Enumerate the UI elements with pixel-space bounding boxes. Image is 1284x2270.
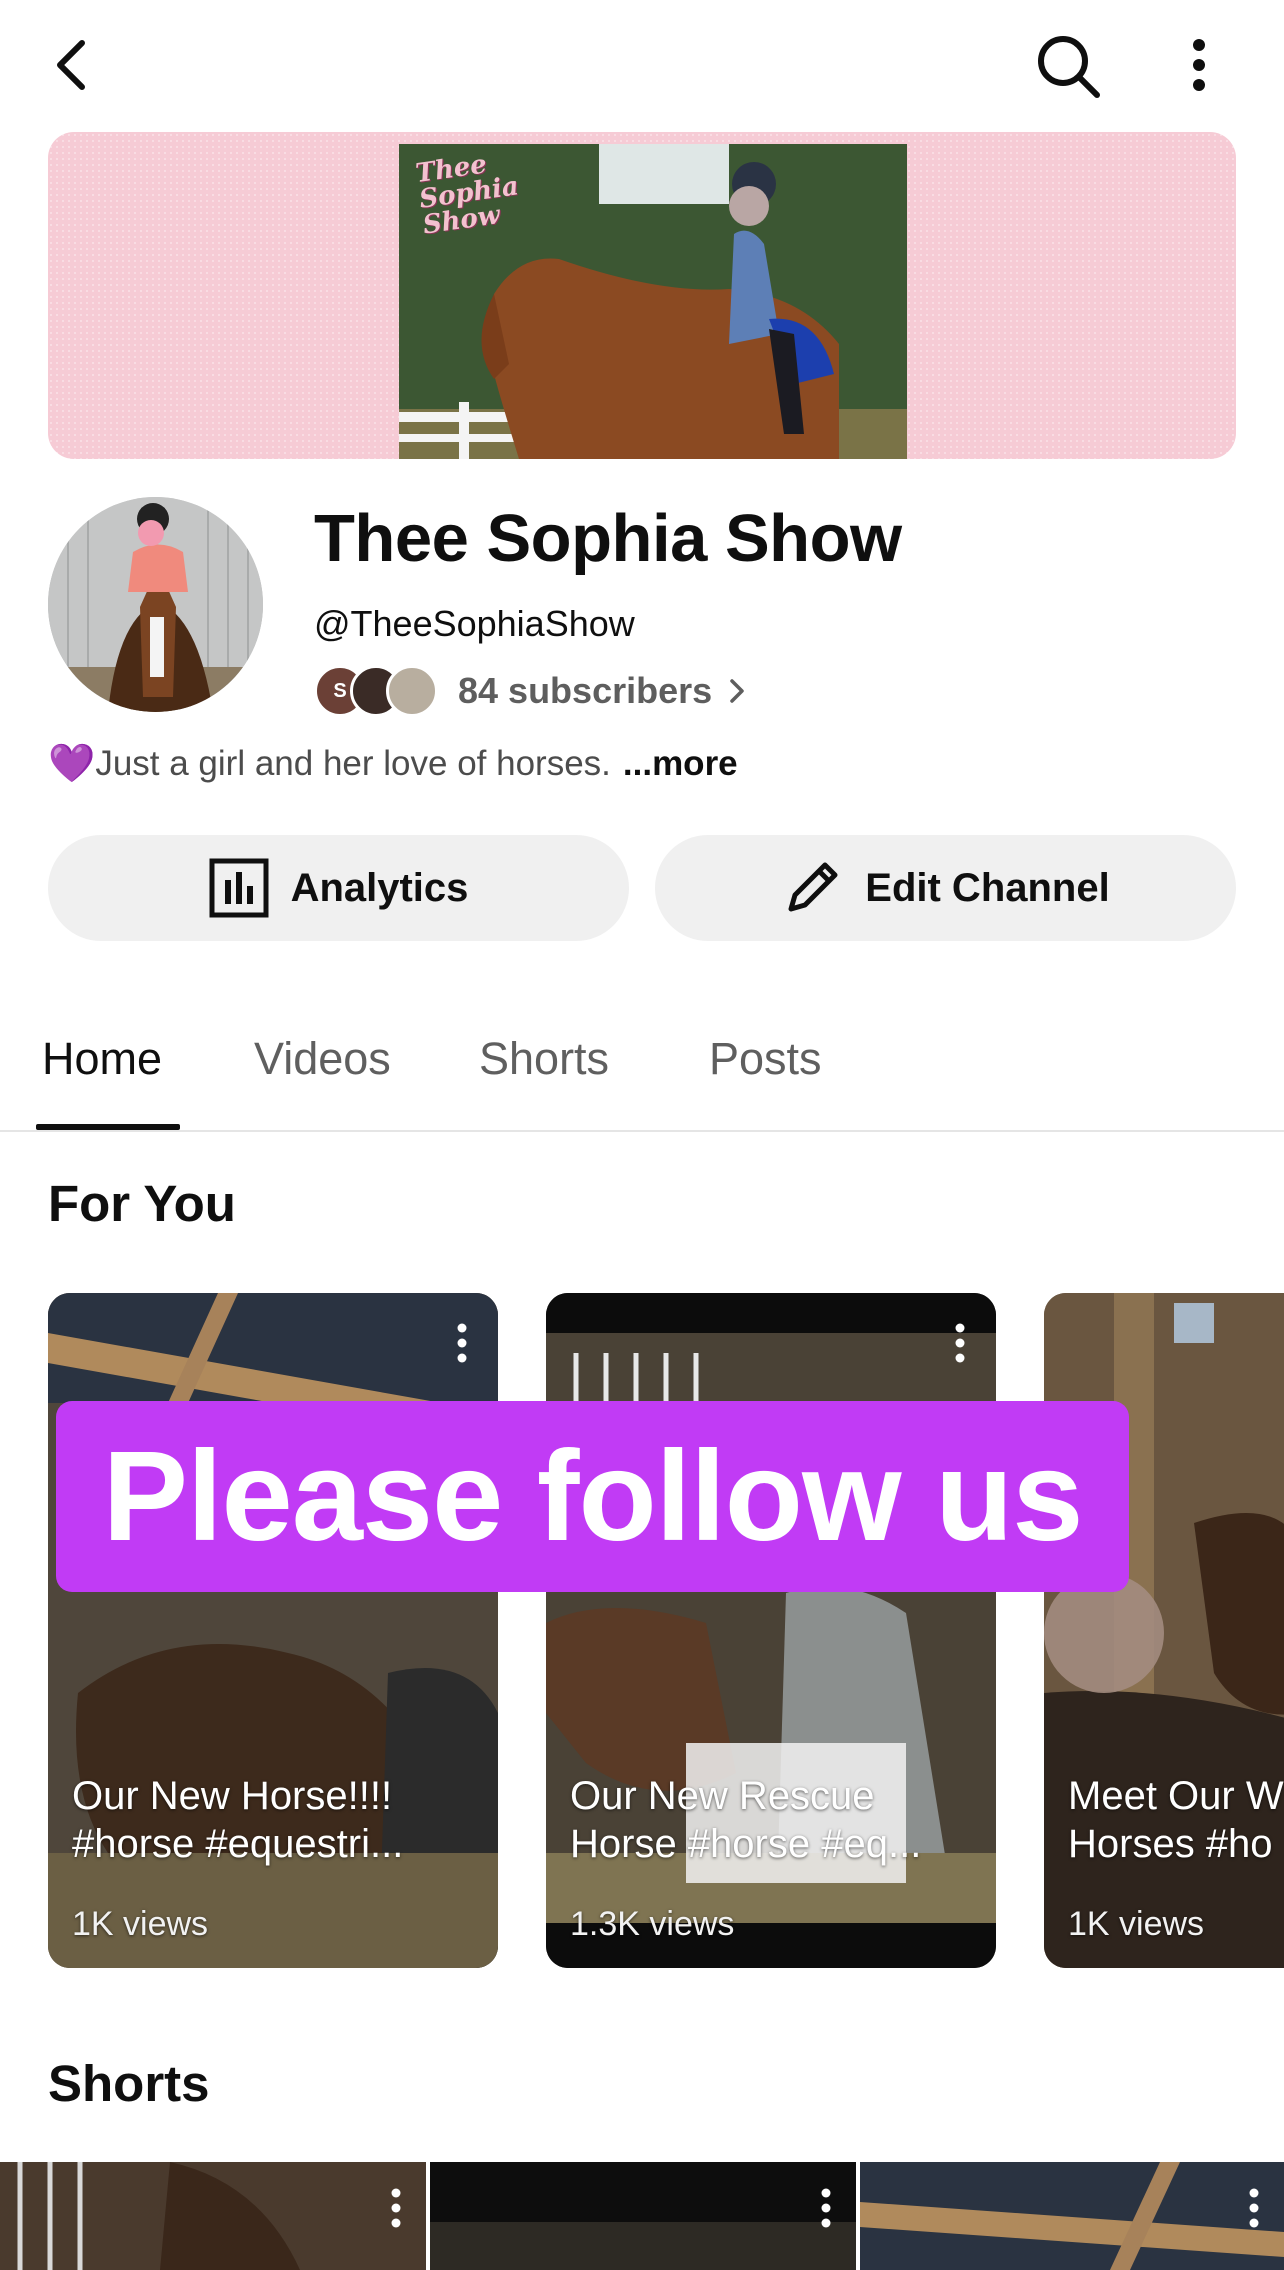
video-title: Our New Rescue Horse #horse #eq... [570,1774,922,1866]
short-thumbnail[interactable] [0,2162,426,2270]
more-link[interactable]: ...more [623,744,738,784]
video-menu-button[interactable] [456,1323,468,1368]
analytics-label: Analytics [290,865,469,910]
more-options-button[interactable] [1176,30,1222,100]
short-thumbnail[interactable] [860,2162,1284,2270]
tabs-divider [0,1130,1284,1132]
channel-banner[interactable]: Thee Sophia Show [48,132,1236,459]
tab-shorts[interactable]: Shorts [479,1033,609,1085]
subscribers-row[interactable]: S 84 subscribers [314,664,748,718]
banner-photo: Thee Sophia Show [399,144,907,459]
video-title: Meet Our W Horses #ho [1068,1774,1284,1866]
video-views: 1K views [1068,1905,1205,1943]
video-views: 1.3K views [570,1905,735,1943]
video-card[interactable]: Our New Rescue Horse #horse #eq... 1.3K … [546,1293,996,1968]
more-vertical-icon [391,2188,401,2228]
subscriber-avatar [386,665,438,717]
description-text: Just a girl and her love of horses. [95,744,611,783]
short-menu-button[interactable] [390,2188,402,2233]
shorts-heading: Shorts [48,2055,210,2112]
short-menu-button[interactable] [820,2188,832,2233]
chevron-left-icon [57,40,85,90]
channel-handle: @TheeSophiaShow [314,603,635,644]
video-card[interactable]: Our New Horse!!!! #horse #equestri... 1K… [48,1293,498,1968]
short-menu-button[interactable] [1248,2188,1260,2233]
chevron-right-icon [730,679,744,703]
video-title: Our New Horse!!!! #horse #equestri... [72,1774,404,1866]
search-button[interactable] [1030,28,1106,104]
tab-home[interactable]: Home [42,1033,162,1085]
analytics-icon [209,858,269,918]
short-thumbnail[interactable] [430,2162,856,2270]
video-menu-button[interactable] [954,1323,966,1368]
video-views: 1K views [72,1905,209,1943]
search-icon [1038,36,1100,98]
subscriber-count: 84 subscribers [458,670,713,711]
tab-posts[interactable]: Posts [709,1033,822,1085]
analytics-button[interactable]: Analytics [48,835,629,941]
channel-description[interactable]: 💜 Just a girl and her love of horses. ..… [48,742,738,786]
more-vertical-icon [955,1323,965,1363]
for-you-heading: For You [48,1175,236,1232]
more-vertical-icon [1193,39,1205,91]
purple-heart-icon: 💜 [48,743,96,785]
more-vertical-icon [1249,2188,1259,2228]
pencil-icon [788,862,838,912]
edit-channel-label: Edit Channel [865,865,1110,910]
video-card[interactable]: Meet Our W Horses #ho 1K views [1044,1293,1284,1968]
channel-avatar[interactable] [48,497,263,712]
more-vertical-icon [821,2188,831,2228]
edit-channel-button[interactable]: Edit Channel [655,835,1236,941]
more-vertical-icon [457,1323,467,1363]
please-follow-us-overlay: Please follow us [56,1401,1129,1592]
channel-title: Thee Sophia Show [314,501,902,576]
tab-videos[interactable]: Videos [254,1033,391,1085]
banner-logo: Thee Sophia Show [413,149,521,241]
back-button[interactable] [40,30,100,100]
